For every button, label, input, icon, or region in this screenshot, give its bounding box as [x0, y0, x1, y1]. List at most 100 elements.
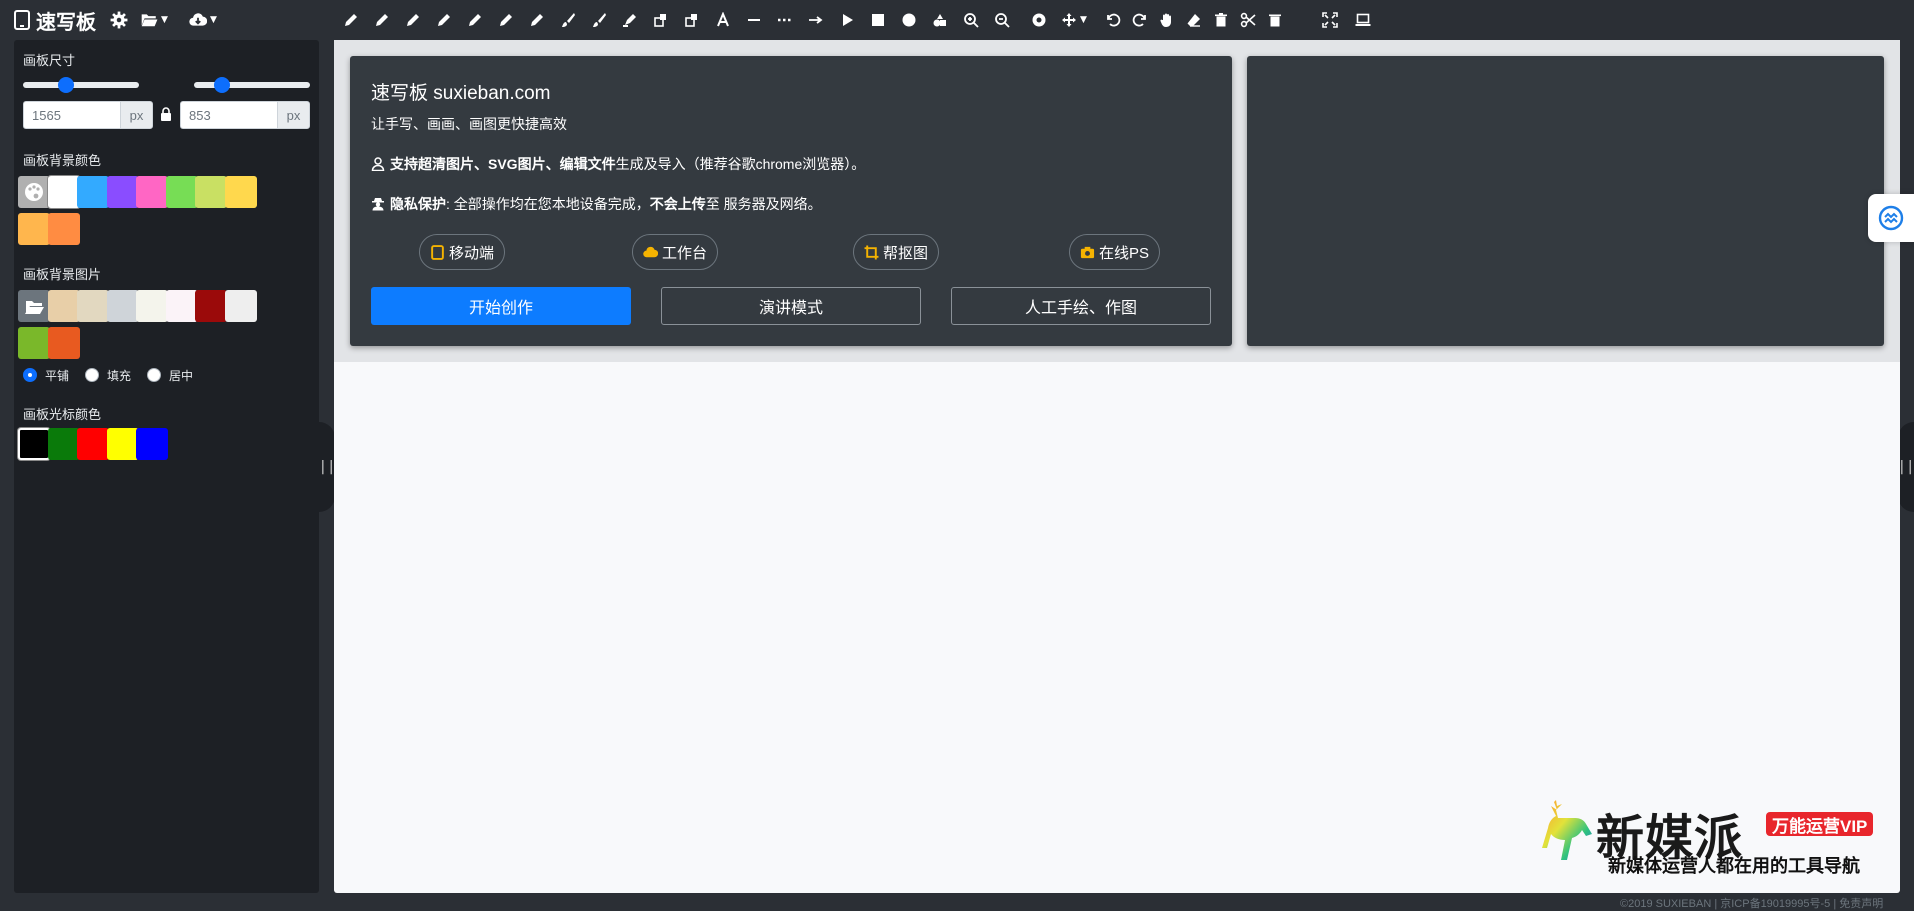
top-toolbar: 速写板 ▼ ▼ ▼: [0, 0, 1914, 40]
move-tool[interactable]: ▼: [1059, 9, 1089, 31]
bg-color-swatch[interactable]: [77, 176, 109, 208]
mobile-link[interactable]: 移动端: [419, 234, 506, 270]
eraser-tool[interactable]: [1183, 9, 1205, 31]
bg-image-swatch[interactable]: [136, 290, 168, 322]
bg-color-swatch[interactable]: [136, 176, 168, 208]
pencil-tool[interactable]: [526, 9, 548, 31]
cursor-color-swatch[interactable]: [18, 428, 50, 460]
chat-float-button[interactable]: [1868, 194, 1914, 242]
cut-tool[interactable]: [1237, 9, 1259, 31]
bg-image-swatch[interactable]: [165, 290, 198, 322]
cloud-menu[interactable]: ▼: [189, 9, 217, 31]
height-slider[interactable]: [194, 77, 310, 93]
open-file-menu[interactable]: ▼: [140, 9, 168, 31]
chevron-down-icon: ▼: [161, 15, 168, 25]
online-ps-link[interactable]: 在线PS: [1069, 234, 1161, 270]
clear-button[interactable]: [1210, 9, 1232, 31]
shapes-tool[interactable]: [650, 9, 672, 31]
pencil-tool[interactable]: [495, 9, 517, 31]
square-icon: [872, 14, 884, 26]
start-create-button[interactable]: 开始创作: [371, 287, 631, 325]
slider-knob[interactable]: [58, 77, 74, 93]
marker-tool[interactable]: [619, 9, 641, 31]
fullscreen-button[interactable]: [1319, 9, 1341, 31]
present-button[interactable]: [1352, 9, 1374, 31]
privacy-mid: : 全部操作均在您本地设备完成，: [446, 196, 650, 212]
pill-label: 工作台: [662, 244, 708, 262]
pencil-icon: [345, 14, 357, 26]
width-input[interactable]: [23, 101, 120, 129]
pencil-tool[interactable]: [464, 9, 486, 31]
drawing-canvas[interactable]: 速写板 suxieban.com 让手写、画画、画图更快捷高效 支持超清图片、S…: [334, 40, 1900, 893]
radio-center[interactable]: [147, 368, 162, 382]
zoom-in-icon: [964, 13, 979, 28]
radio-fill[interactable]: [85, 368, 100, 382]
width-input-group: px: [23, 101, 153, 131]
shapes-tool[interactable]: [681, 9, 703, 31]
pencil-tool[interactable]: [433, 9, 455, 31]
bg-color-swatch[interactable]: [106, 176, 139, 208]
bg-color-swatch[interactable]: [47, 176, 80, 208]
workspace-link[interactable]: 工作台: [632, 234, 719, 270]
cloud-icon: [643, 246, 658, 257]
cursor-color-swatch[interactable]: [77, 428, 109, 460]
redo-button[interactable]: [1129, 9, 1151, 31]
bg-color-swatch[interactable]: [18, 213, 50, 245]
fill-tool[interactable]: [929, 9, 951, 31]
width-slider[interactable]: [23, 77, 139, 93]
bg-color-swatch[interactable]: [18, 176, 50, 208]
line-tool[interactable]: [743, 9, 765, 31]
presentation-mode-button[interactable]: 演讲模式: [661, 287, 921, 325]
canvas-size-title: 画板尺寸: [23, 53, 76, 68]
arrow-tool[interactable]: [805, 9, 827, 31]
undo-button[interactable]: [1102, 9, 1124, 31]
cutout-link[interactable]: 帮抠图: [853, 234, 940, 270]
bg-image-swatch[interactable]: [195, 290, 227, 322]
brand[interactable]: 速写板: [14, 8, 96, 34]
target-icon: [1032, 13, 1046, 27]
brush-tool[interactable]: [557, 9, 579, 31]
manual-drawing-button[interactable]: 人工手绘、作图: [951, 287, 1211, 325]
cursor-color-swatch[interactable]: [136, 428, 168, 460]
hand-tool[interactable]: [1156, 9, 1178, 31]
slider-knob[interactable]: [214, 77, 230, 93]
target-tool[interactable]: [1028, 9, 1050, 31]
delete-button[interactable]: [1264, 9, 1286, 31]
dashed-line-tool[interactable]: [774, 9, 796, 31]
height-input[interactable]: [180, 101, 277, 129]
bg-image-swatch[interactable]: [77, 290, 109, 322]
pencil-tool[interactable]: [371, 9, 393, 31]
bg-image-swatch[interactable]: [47, 327, 80, 359]
pencil-tool[interactable]: [402, 9, 424, 31]
triangle-tool[interactable]: [836, 9, 858, 31]
cursor-color-swatch[interactable]: [106, 428, 139, 460]
brush-tool[interactable]: [588, 9, 610, 31]
circle-tool[interactable]: [898, 9, 920, 31]
scissors-icon: [1240, 12, 1256, 28]
user-secret-icon: [372, 198, 384, 211]
line-icon: [748, 19, 760, 21]
bg-color-swatch[interactable]: [47, 213, 80, 245]
bg-image-swatch[interactable]: [224, 290, 257, 322]
bg-image-swatch[interactable]: [47, 290, 80, 322]
feature-line: 支持超清图片、SVG图片、编辑文件 生成及导入（推荐谷歌chrome浏览器）。: [371, 154, 865, 174]
right-panel-toggle[interactable]: ||: [1898, 422, 1914, 512]
welcome-subtitle: 让手写、画画、画图更快捷高效: [371, 116, 567, 132]
radio-label: 居中: [169, 368, 194, 383]
left-panel-toggle[interactable]: ||: [319, 422, 335, 512]
bg-image-swatch[interactable]: [18, 327, 50, 359]
bg-image-swatch[interactable]: [106, 290, 139, 322]
lock-icon[interactable]: [160, 107, 172, 121]
text-tool[interactable]: [712, 9, 734, 31]
bg-color-swatch[interactable]: [195, 176, 227, 208]
bg-image-swatch[interactable]: [18, 290, 50, 322]
zoom-out-tool[interactable]: [991, 9, 1013, 31]
radio-tile[interactable]: [23, 368, 37, 382]
pencil-tool[interactable]: [340, 9, 362, 31]
bg-color-swatch[interactable]: [165, 176, 198, 208]
square-tool[interactable]: [867, 9, 889, 31]
cursor-color-swatch[interactable]: [47, 428, 80, 460]
zoom-in-tool[interactable]: [960, 9, 982, 31]
settings-button[interactable]: [110, 9, 128, 31]
bg-color-swatch[interactable]: [224, 176, 257, 208]
